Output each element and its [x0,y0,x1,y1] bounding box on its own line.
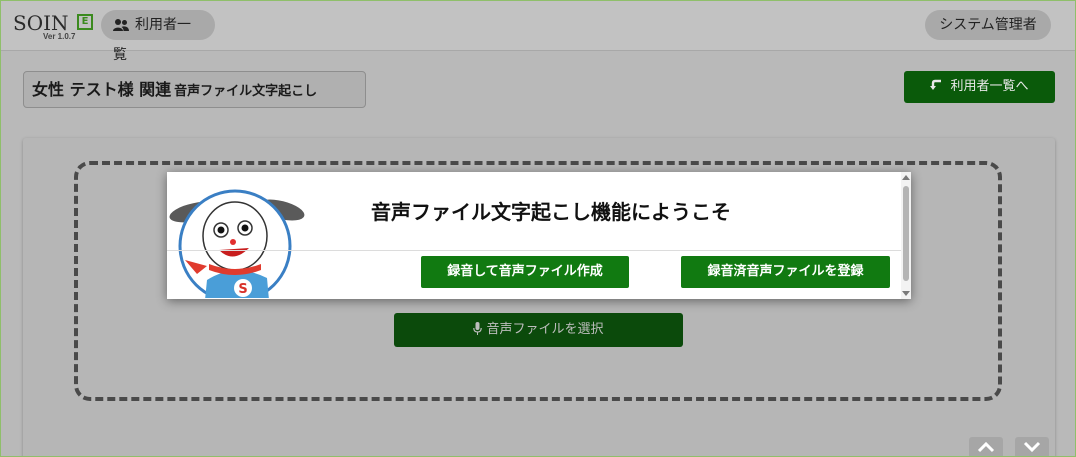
app-version: Ver 1.0.7 [43,32,76,41]
select-audio-file-label: 音声ファイルを選択 [486,322,604,337]
admin-label: システム管理者 [939,17,1037,33]
modal-divider [167,250,901,251]
scrollbar-down-arrow-icon[interactable] [902,291,910,296]
top-header: SOIN E Ver 1.0.7 利用者一覧 システム管理者 [1,1,1075,63]
scrollbar-thumb[interactable] [903,186,909,281]
return-arrow-icon [930,79,942,90]
mascot-image: S [169,189,305,298]
page-title: 女性 テスト様 関連 音声ファイル文字起こし [23,71,366,108]
users-list-nav-button[interactable]: 利用者一覧 [101,10,215,63]
welcome-modal: S 音声ファイル文字起こし機能にようこそ 録音して音声ファイル作成 録音済音声フ… [167,172,911,299]
app-logo[interactable]: SOIN E Ver 1.0.7 [13,9,97,43]
scroll-up-button[interactable] [969,437,1003,456]
modal-title: 音声ファイル文字起こし機能にようこそ [371,200,731,224]
register-recorded-audio-button[interactable]: 録音済音声ファイルを登録 [681,256,890,288]
logo-badge: E [77,14,93,30]
page-title-sub: 音声ファイル文字起こし [174,84,318,99]
people-icon [113,19,129,31]
back-to-users-label: 利用者一覧へ [950,79,1029,94]
page-title-main: 女性 テスト様 関連 [32,80,172,99]
app-frame: SOIN E Ver 1.0.7 利用者一覧 システム管理者 女性 テスト様 関… [0,0,1076,457]
modal-scrollbar[interactable] [901,172,911,299]
record-audio-button[interactable]: 録音して音声ファイル作成 [421,256,629,288]
back-to-users-button[interactable]: 利用者一覧へ [904,71,1055,103]
scroll-down-button[interactable] [1015,437,1049,456]
select-audio-file-button[interactable]: 音声ファイルを選択 [394,313,683,347]
microphone-icon [473,322,483,335]
chevron-down-icon [1023,441,1041,453]
admin-menu-button[interactable]: システム管理者 [925,10,1051,40]
chevron-up-icon [977,441,995,453]
scrollbar-up-arrow-icon[interactable] [902,175,910,180]
mascot-badge: S [238,282,247,297]
